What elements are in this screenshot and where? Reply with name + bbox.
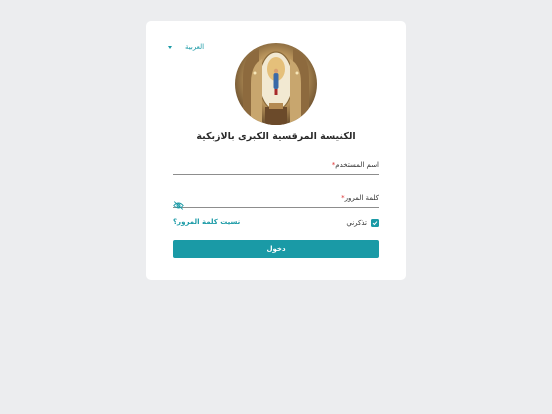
- check-icon: [372, 221, 378, 226]
- eye-off-icon[interactable]: [173, 195, 184, 214]
- login-card: العربية الكنيسة المرقسية الكبرى بالازبكي…: [146, 21, 406, 280]
- church-logo: [235, 43, 317, 125]
- password-input[interactable]: [189, 194, 319, 206]
- page-title: الكنيسة المرقسية الكبرى بالازبكية: [196, 131, 356, 142]
- password-field[interactable]: كلمة المرور*: [173, 194, 379, 210]
- login-button[interactable]: دخول: [173, 240, 379, 258]
- password-label: كلمة المرور*: [341, 194, 379, 202]
- language-selector[interactable]: العربية: [168, 43, 204, 51]
- language-label[interactable]: العربية: [185, 43, 204, 51]
- remember-me[interactable]: تذكرني: [346, 219, 379, 227]
- username-field[interactable]: اسم المستخدم*: [173, 161, 379, 175]
- username-label: اسم المستخدم*: [331, 161, 379, 169]
- username-input[interactable]: [189, 161, 319, 173]
- remember-label: تذكرني: [346, 219, 367, 227]
- chevron-down-icon[interactable]: [168, 45, 172, 49]
- remember-checkbox[interactable]: [371, 219, 379, 227]
- forgot-password-link[interactable]: نسيت كلمة المرور؟: [173, 218, 240, 226]
